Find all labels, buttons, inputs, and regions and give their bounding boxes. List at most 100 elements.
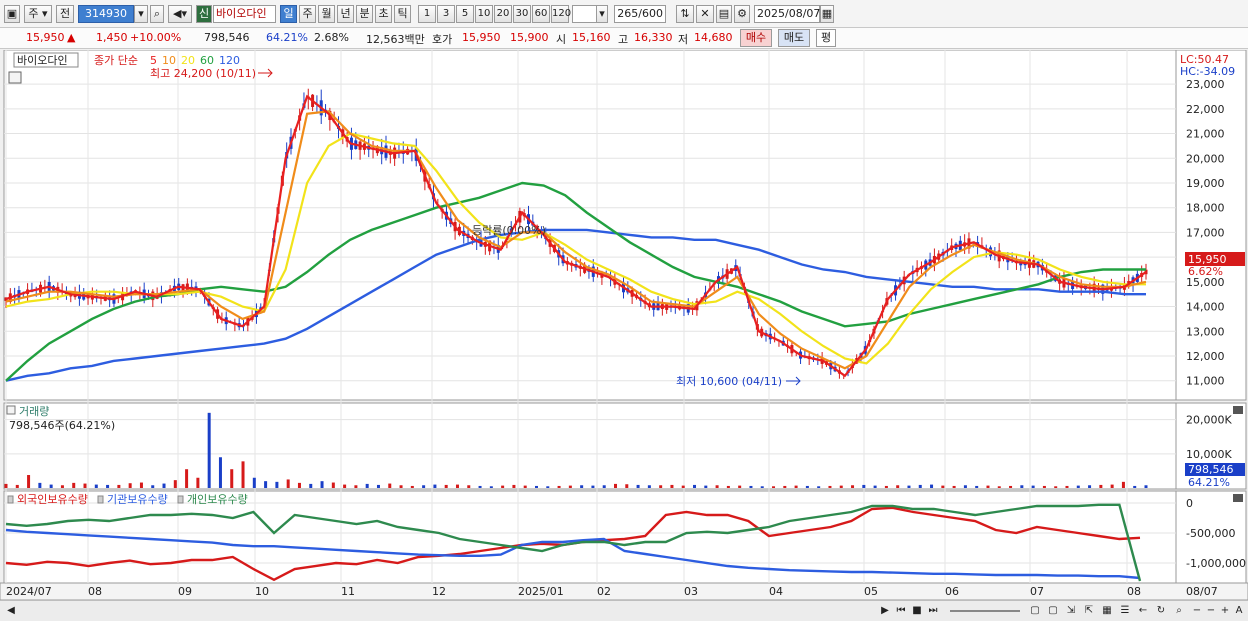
stock-code-input[interactable]: 314930 [78,5,134,23]
interval-button-6[interactable]: 60 [532,5,550,23]
volume-bar [241,461,245,488]
volume-bar [1110,484,1114,488]
interval-button-5[interactable]: 30 [513,5,531,23]
volume-bar [512,484,516,488]
period-tab-2[interactable]: 월 [318,5,335,23]
close-icon[interactable] [1233,494,1243,502]
gear-icon[interactable]: ⚙ [734,5,750,23]
forward-icon[interactable]: ⏭ [926,604,940,618]
panel-toggle-icon[interactable] [6,405,16,415]
volume-bar [297,482,301,488]
chevron-down-icon[interactable]: ▾ [596,5,608,23]
count-display[interactable]: 265/600 [614,5,666,23]
minus-icon[interactable]: − [1204,604,1218,618]
avg-button[interactable]: 평 [816,29,836,47]
count-value: 265 [617,7,639,20]
rewind-icon[interactable]: ⏮ [894,604,908,618]
interval-button-4[interactable]: 20 [494,5,512,23]
volume-bar [27,475,31,488]
volume-bar [388,483,392,488]
chart-area[interactable]: 11,00012,00013,00014,00015,00016,00017,0… [0,50,1248,600]
period-tab-0[interactable]: 일 [280,5,297,23]
volume-bar [738,485,742,488]
speaker-icon[interactable]: ◀▾ [168,5,192,23]
market-select[interactable]: 주 ▾ [24,5,52,23]
price-tick-label: 22,000 [1186,103,1225,116]
date-input[interactable]: 2025/08/07 [754,5,820,23]
volume-bar [218,457,222,488]
chevron-down-icon[interactable]: ▾ [134,5,148,23]
calendar-icon[interactable]: ▦ [820,5,834,23]
refresh-icon[interactable]: ↻ [1154,604,1168,618]
scroll-right-icon[interactable]: ▶ [878,604,892,618]
scroll-left-icon[interactable]: ◀ [4,604,18,618]
volume-bar [839,485,843,488]
interval-button-2[interactable]: 5 [456,5,474,23]
period-tab-6[interactable]: 틱 [394,5,411,23]
stop-icon[interactable]: ■ [910,604,924,618]
price-tick-label: 21,000 [1186,128,1225,141]
ma-legend-item: 20 [181,54,195,67]
layout-icon[interactable]: ▣ [4,5,20,23]
low-label: 저 [678,33,689,46]
period-tab-4[interactable]: 분 [356,5,373,23]
auto-scale-icon[interactable]: A [1232,604,1246,618]
fit-icon[interactable]: ⇱ [1082,604,1096,618]
high-price: 16,330 [634,31,673,44]
volume-bar [1054,486,1058,488]
fit-icon[interactable]: ⇲ [1064,604,1078,618]
volume-bar [873,485,877,488]
volume-bar [591,485,595,488]
period-tab-5[interactable]: 초 [375,5,392,23]
interval-button-0[interactable]: 1 [418,5,436,23]
list-icon[interactable]: ☰ [1118,604,1132,618]
volume-bar [467,485,471,488]
buy-button[interactable]: 매수 [740,29,772,47]
volume-bar [884,485,888,488]
candle-icon[interactable]: ⇅ [676,5,694,23]
volume-bar [286,479,290,488]
trade-amount: 12,563백만 [366,33,425,46]
zoom-in-icon[interactable]: + [1218,604,1232,618]
zoom-out-icon[interactable]: − [1190,604,1204,618]
date-tick-label: 03 [684,585,698,598]
new-badge[interactable]: 신 [196,5,212,23]
draw-icon[interactable]: ✕ [696,5,714,23]
stock-name-field[interactable]: 바이오다인 [213,5,276,23]
sell-button[interactable]: 매도 [778,29,810,47]
volume-bar [117,484,121,488]
zoom-slider[interactable] [950,610,1020,612]
volume-bar [546,486,550,488]
prev-button[interactable]: 전 [56,5,74,23]
interval-button-1[interactable]: 3 [437,5,455,23]
volume-bar [60,485,64,488]
zoom-box-icon[interactable]: ▢ [1028,604,1042,618]
horizontal-scrollbar[interactable]: ◀ ▶ ⏮ ■ ⏭ ▢ ▢ ⇲ ⇱ ▦ ☰ ← ↻ ⌕ − − + A [0,600,1248,621]
holding-legend-item: 개인보유수량 [187,493,248,506]
period-tab-1[interactable]: 주 [299,5,316,23]
interval-button-3[interactable]: 10 [475,5,493,23]
close-icon[interactable] [1233,406,1243,414]
grid-icon[interactable]: ▦ [1100,604,1114,618]
period-tab-3[interactable]: 년 [337,5,354,23]
volume-bar [478,485,482,488]
date-tick-label: 02 [597,585,611,598]
search-icon[interactable]: ⌕ [150,5,164,23]
price-tick-label: 11,000 [1186,375,1225,388]
table-icon[interactable] [8,71,22,84]
date-tick-label: 08/07 [1186,585,1218,598]
price-tick-label: 13,000 [1186,325,1225,338]
zoom-box-icon[interactable]: ▢ [1046,604,1060,618]
search-icon[interactable]: ⌕ [1172,604,1186,618]
interval-button-7[interactable]: 120 [551,5,571,23]
save-icon[interactable]: ▤ [716,5,732,23]
mid-annotation: 등락률(0.00%) [472,224,546,237]
scroll-left-icon[interactable]: ← [1136,604,1150,618]
holding-tick-label: -1,000,000 [1186,557,1246,570]
volume-bar [83,483,87,488]
open-label: 시 [556,33,567,46]
date-tick-label: 06 [945,585,959,598]
ma-legend-item: 120 [219,54,240,67]
hc-label: HC:-34.09 [1180,65,1235,78]
volume-bar [918,484,922,488]
